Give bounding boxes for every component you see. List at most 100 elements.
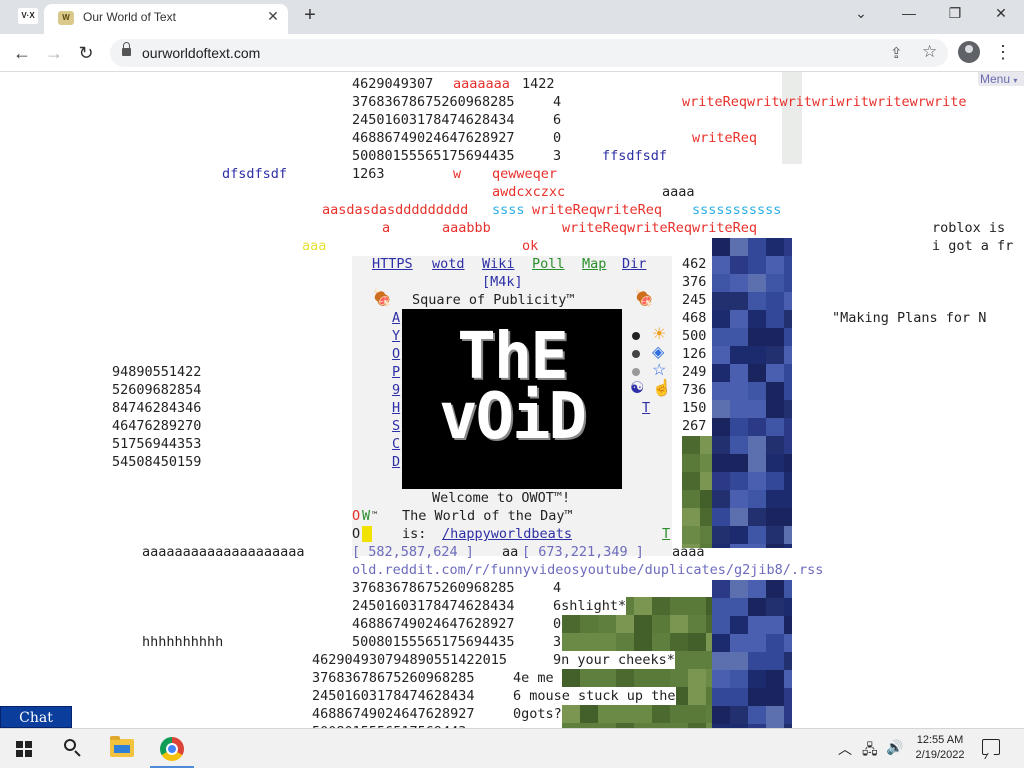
pixel-art-green [682, 436, 712, 548]
link-https[interactable]: HTTPS [372, 255, 413, 273]
side-link[interactable]: P [392, 363, 400, 381]
side-link[interactable]: Y [392, 327, 400, 345]
star-icon[interactable]: ☆ [922, 42, 937, 62]
text-number: 4 [553, 94, 562, 110]
o-mark: O [352, 526, 361, 542]
tm-mark: ™ [372, 511, 378, 521]
taskbar: ︿ 🖧 🔊 12:55 AM 2/19/2022 [0, 728, 1024, 768]
text-number: 46886749024647628927 [312, 706, 475, 722]
text-number: 736 [682, 382, 707, 398]
dot-icon [632, 332, 640, 340]
the-void-banner[interactable]: ThE vOiD [402, 309, 622, 489]
menu-label: Menu [980, 72, 1011, 86]
text-number: 37683678675260968285 [312, 670, 475, 686]
side-link-t[interactable]: T [642, 399, 650, 417]
profile-icon[interactable] [958, 41, 980, 63]
side-link[interactable]: D [392, 453, 400, 471]
volume-icon[interactable]: 🔊 [886, 739, 903, 756]
coord-link[interactable]: [ 582,587,624 ] [352, 543, 474, 561]
link-dir[interactable]: Dir [622, 255, 646, 273]
dot-icon [632, 350, 640, 358]
wotd-is: is: [402, 526, 427, 542]
text-plain: 9n your cheeks* [553, 651, 675, 669]
dot-icon [632, 368, 640, 376]
tab-close-icon[interactable]: ✕ [264, 8, 282, 25]
pointing-hand-icon: ☝ [652, 380, 672, 397]
ow-w: W [362, 508, 371, 524]
text-number: 94890551422 [112, 364, 202, 380]
text-number: 37683678675260968285 [352, 580, 515, 596]
owot-canvas[interactable]: Menu ▾ 4629049307 aaaaaaa 1422 376836786… [0, 72, 1024, 728]
text-number: 3 [553, 148, 562, 164]
text-number: 54508450159 [112, 454, 202, 470]
side-link[interactable]: C [392, 435, 400, 453]
yin-yang-icon: ☯ [630, 380, 645, 397]
side-link-t2[interactable]: T [662, 525, 670, 543]
text-number: 52609682854 [112, 382, 202, 398]
lock-icon[interactable] [122, 42, 131, 57]
link-poll[interactable]: Poll [532, 255, 565, 273]
text-red: aaaaaaa [453, 76, 510, 92]
coord-link[interactable]: [ 673,221,349 ] [522, 543, 644, 561]
side-link[interactable]: H [392, 399, 400, 417]
windows-start-icon[interactable] [16, 741, 32, 757]
chrome-icon[interactable] [160, 737, 184, 761]
side-link[interactable]: 9 [392, 381, 400, 399]
text-number: 37683678675260968285 [352, 94, 515, 110]
text-number: 46886749024647628927 [352, 616, 515, 632]
notification-icon[interactable] [982, 739, 1000, 755]
close-window-button[interactable]: ✕ [986, 5, 1016, 22]
text-plain: roblox is [932, 220, 1006, 236]
side-link[interactable]: O [392, 345, 400, 363]
text-number: 1422 [522, 76, 555, 92]
network-icon[interactable]: 🖧 [862, 739, 878, 763]
text-red: w [453, 166, 462, 182]
side-link[interactable]: S [392, 417, 400, 435]
omnibox[interactable]: ourworldoftext.com ⇪ ☆ [110, 39, 948, 67]
file-explorer-icon[interactable] [110, 736, 134, 757]
browser-tab[interactable]: W Our World of Text ✕ [44, 4, 288, 34]
system-clock[interactable]: 12:55 AM 2/19/2022 [908, 733, 972, 763]
pixel-art-blue [712, 238, 792, 548]
url-text[interactable]: ourworldoftext.com [142, 45, 260, 61]
text-plain: 6 mouse stuck up the [513, 687, 676, 705]
text-blue: ffsdfsdf [602, 148, 668, 164]
minimize-button[interactable]: — [894, 5, 924, 21]
ow-o: O [352, 508, 361, 524]
text-number: 376 [682, 274, 707, 290]
link-m4k[interactable]: [M4k] [482, 273, 523, 291]
side-link[interactable]: A [392, 309, 400, 327]
kebab-menu-icon[interactable]: ⋮ [994, 42, 1012, 63]
square-title: Square of Publicity™ [412, 292, 575, 308]
forward-arrow-icon[interactable]: → [42, 42, 66, 64]
text-plain: 6shlight* [553, 597, 627, 615]
grey-strip [782, 72, 802, 164]
link-map[interactable]: Map [582, 255, 606, 273]
text-plain: hhhhhhhhhh [142, 634, 224, 650]
reddit-link[interactable]: old.reddit.com/r/funnyvideosyoutube/dupl… [352, 561, 823, 579]
text-number: 462 [682, 256, 707, 272]
link-wiki[interactable]: Wiki [482, 255, 515, 273]
pixel-art-blue [712, 580, 792, 728]
text-red: writeReqwriteReq [532, 202, 663, 218]
share-icon[interactable]: ⇪ [890, 44, 903, 62]
text-number: 46476289270 [112, 418, 202, 434]
search-icon[interactable] [62, 737, 84, 759]
chat-button[interactable]: Chat [0, 706, 72, 728]
menu-button[interactable]: Menu ▾ [978, 72, 1024, 86]
tab-search-icon[interactable]: ⌄ [846, 5, 876, 22]
restore-button[interactable]: ❐ [940, 5, 970, 22]
text-number: 462904930794890551422015 [312, 652, 508, 668]
link-wotd[interactable]: wotd [432, 255, 465, 273]
text-plain: aa [502, 544, 519, 560]
text-number: 500 [682, 328, 707, 344]
new-tab-button[interactable]: + [298, 4, 322, 27]
reload-icon[interactable]: ↻ [74, 42, 98, 64]
chevron-up-icon[interactable]: ︿ [838, 739, 852, 759]
owot-icon[interactable]: V·X [18, 8, 38, 24]
wotd-link[interactable]: /happyworldbeats [442, 525, 572, 543]
text-number: 24501603178474628434 [312, 688, 475, 704]
text-plain: i got a fr [932, 238, 1014, 254]
back-arrow-icon[interactable]: ← [10, 42, 34, 64]
text-plain: aaaaaaaaaaaaaaaaaaaa [142, 544, 305, 560]
